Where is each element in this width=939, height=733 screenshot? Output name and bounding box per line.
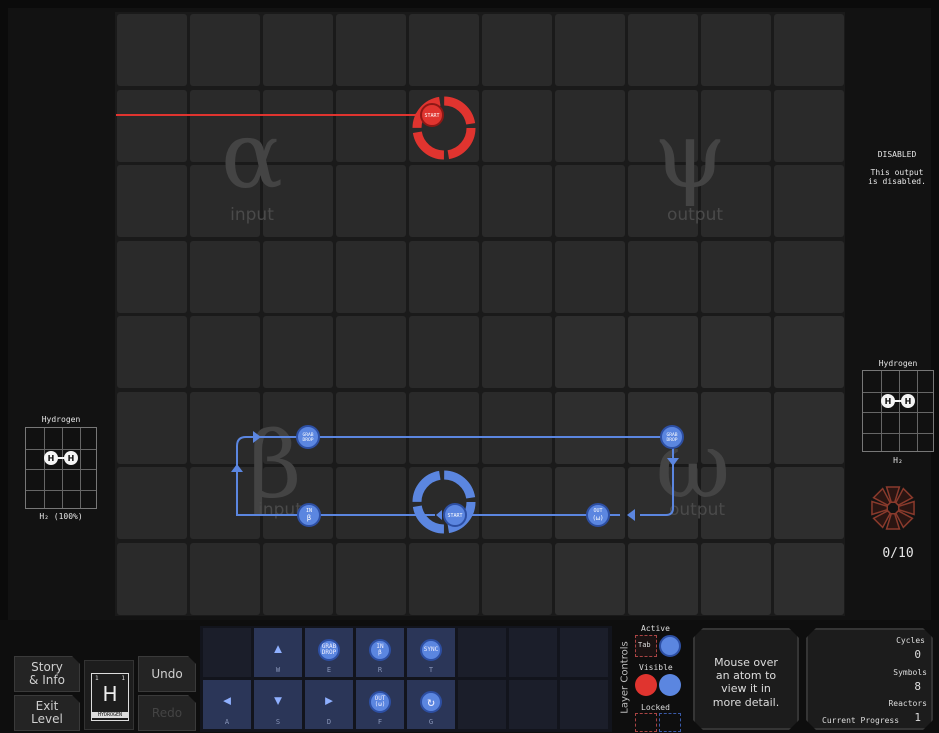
tool-symbol-icon: OUT (ω): [369, 691, 391, 714]
tool-arrow-icon: ◀: [223, 693, 231, 709]
svg-text:DROP: DROP: [302, 437, 313, 443]
right-atom-2: H: [901, 394, 915, 408]
svg-text:(ω): (ω): [593, 515, 603, 522]
svg-text:DROP: DROP: [666, 437, 677, 443]
left-atom-2: H: [64, 451, 78, 465]
atom-info-box: Mouse over an atom to view it in more de…: [693, 628, 799, 730]
instruction-palette: ▲ W GRAB DROP E IN β R SYNC T ◀ A ▼ S ▶ D OUT (ω) F ↻ G: [200, 626, 612, 732]
atom-info-text: Mouse over an atom to view it in more de…: [712, 656, 780, 709]
element-name: HYDROGEN: [92, 712, 128, 718]
locked-label: Locked: [641, 703, 670, 712]
visible-red-toggle[interactable]: [635, 674, 657, 696]
tool-hotkey: D: [326, 718, 332, 726]
visible-label: Visible: [639, 663, 673, 672]
blue-start-marker: START: [436, 503, 467, 527]
symbols-label: Symbols: [893, 668, 927, 677]
element-symbol: H: [102, 682, 118, 706]
palette-slot: [509, 628, 557, 677]
tab-label: Tab: [638, 641, 651, 649]
element-number-right: 1: [121, 675, 125, 682]
tool-hotkey: R: [377, 666, 383, 674]
grab-drop-symbol-2: GRAB DROP: [660, 425, 684, 449]
palette-slot: [509, 680, 557, 729]
tool-arrow-icon: ▶: [325, 693, 333, 709]
progress-flower-icon: [871, 486, 915, 530]
redo-button[interactable]: Redo: [138, 695, 196, 731]
tool-t[interactable]: SYNC T: [407, 628, 455, 677]
tool-hotkey: A: [224, 718, 230, 726]
symbols-value: 8: [914, 680, 921, 693]
svg-text:OUT: OUT: [593, 508, 602, 514]
blue-right-arrow-icon: [253, 431, 261, 443]
blue-left-arrow-icon: [627, 509, 635, 521]
tool-hotkey: E: [326, 666, 332, 674]
element-card[interactable]: 1 1 H HYDROGEN: [84, 660, 134, 730]
exit-level-button[interactable]: Exit Level: [14, 695, 80, 731]
layer-controls-title: Layer Controls: [619, 641, 631, 714]
element-number-left: 1: [95, 675, 99, 682]
left-atom-1: H: [44, 451, 58, 465]
blue-start-label: START: [447, 513, 462, 519]
locked-red-toggle[interactable]: [635, 713, 657, 732]
tool-symbol-icon: SYNC: [420, 639, 442, 662]
tool-arrow-icon: ▼: [274, 693, 282, 709]
current-progress-label: Current Progress: [822, 716, 900, 725]
tool-d[interactable]: ▶ D: [305, 680, 353, 729]
tool-symbol-icon: ↻: [420, 691, 442, 714]
tool-w[interactable]: ▲ W: [254, 628, 302, 677]
grab-drop-symbol-1: GRAB DROP: [296, 425, 320, 449]
out-omega-symbol: OUT (ω): [586, 503, 610, 527]
red-start-label: START: [424, 113, 439, 119]
reactors-label: Reactors: [888, 699, 927, 708]
tool-symbol-icon: IN β: [369, 639, 391, 662]
story-info-button[interactable]: Story & Info: [14, 656, 80, 692]
blue-up-arrow-icon: [231, 464, 243, 472]
tool-hotkey: F: [377, 718, 383, 726]
tool-arrow-icon: ▲: [274, 641, 282, 657]
right-atom-1: H: [881, 394, 895, 408]
tool-symbol-icon: GRAB DROP: [318, 639, 340, 662]
tool-s[interactable]: ▼ S: [254, 680, 302, 729]
palette-slot: [458, 628, 506, 677]
palette-slot: [203, 628, 251, 677]
palette-slot: [560, 628, 608, 677]
tool-r[interactable]: IN β R: [356, 628, 404, 677]
visible-blue-toggle[interactable]: [659, 674, 681, 696]
active-label: Active: [641, 624, 670, 633]
tool-g[interactable]: ↻ G: [407, 680, 455, 729]
tool-hotkey: G: [428, 718, 434, 726]
element-card-inner: 1 1 H HYDROGEN: [91, 673, 129, 721]
cycles-value: 0: [914, 648, 921, 661]
tool-hotkey: W: [275, 666, 281, 674]
layer-controls: Layer Controls Active Tab Visible Locked: [617, 624, 689, 732]
tool-f[interactable]: OUT (ω) F: [356, 680, 404, 729]
undo-button[interactable]: Undo: [138, 656, 196, 692]
tool-e[interactable]: GRAB DROP E: [305, 628, 353, 677]
svg-text:β: β: [307, 514, 311, 522]
tool-a[interactable]: ◀ A: [203, 680, 251, 729]
tool-hotkey: T: [428, 666, 434, 674]
tool-hotkey: S: [275, 718, 281, 726]
locked-blue-toggle[interactable]: [659, 713, 681, 732]
in-beta-symbol: IN β: [297, 503, 321, 527]
palette-slot: [560, 680, 608, 729]
cycles-label: Cycles: [896, 636, 925, 645]
blue-down-arrow-icon: [667, 458, 679, 466]
active-blue-toggle[interactable]: [659, 635, 681, 657]
active-red-toggle[interactable]: Tab: [635, 635, 657, 657]
stats-box: Cycles 0 Symbols 8 Reactors 1 Current Pr…: [806, 628, 933, 730]
palette-slot: [458, 680, 506, 729]
reactors-value: 1: [914, 711, 921, 724]
